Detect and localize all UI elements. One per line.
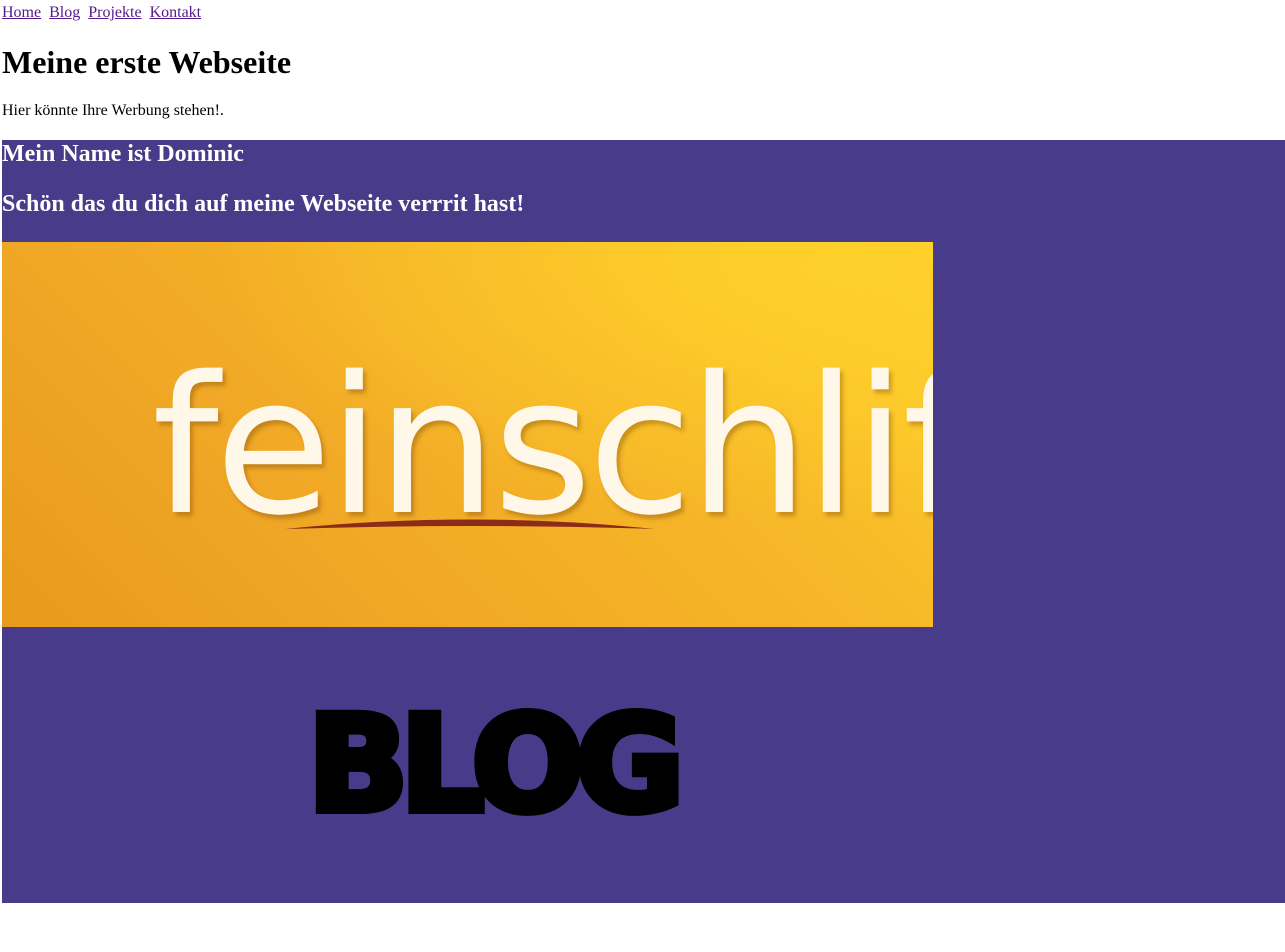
name-heading: Mein Name ist Dominic <box>2 141 244 167</box>
blog-logo: BLOG <box>242 700 742 820</box>
nav-link-home[interactable]: Home <box>2 4 41 21</box>
advertising-text: Hier könnte Ihre Werbung stehen!. <box>2 102 224 119</box>
welcome-heading: Schön das du dich auf meine Webseite ver… <box>2 191 525 217</box>
intro-section: Mein Name ist Dominic Schön das du dich … <box>2 140 1285 903</box>
feinschliff-logo-graphic: feinschliff <box>2 242 933 627</box>
blog-logo-text: BLOG <box>308 700 677 820</box>
blog-logo-graphic: BLOG <box>304 700 689 820</box>
feinschliff-banner-image: feinschliff <box>2 242 933 627</box>
page-title: Meine erste Webseite <box>2 44 292 80</box>
nav-link-blog[interactable]: Blog <box>49 4 80 21</box>
nav-link-kontakt[interactable]: Kontakt <box>150 4 202 21</box>
nav-link-projekte[interactable]: Projekte <box>88 4 141 21</box>
top-navigation: Home Blog Projekte Kontakt <box>2 3 205 23</box>
